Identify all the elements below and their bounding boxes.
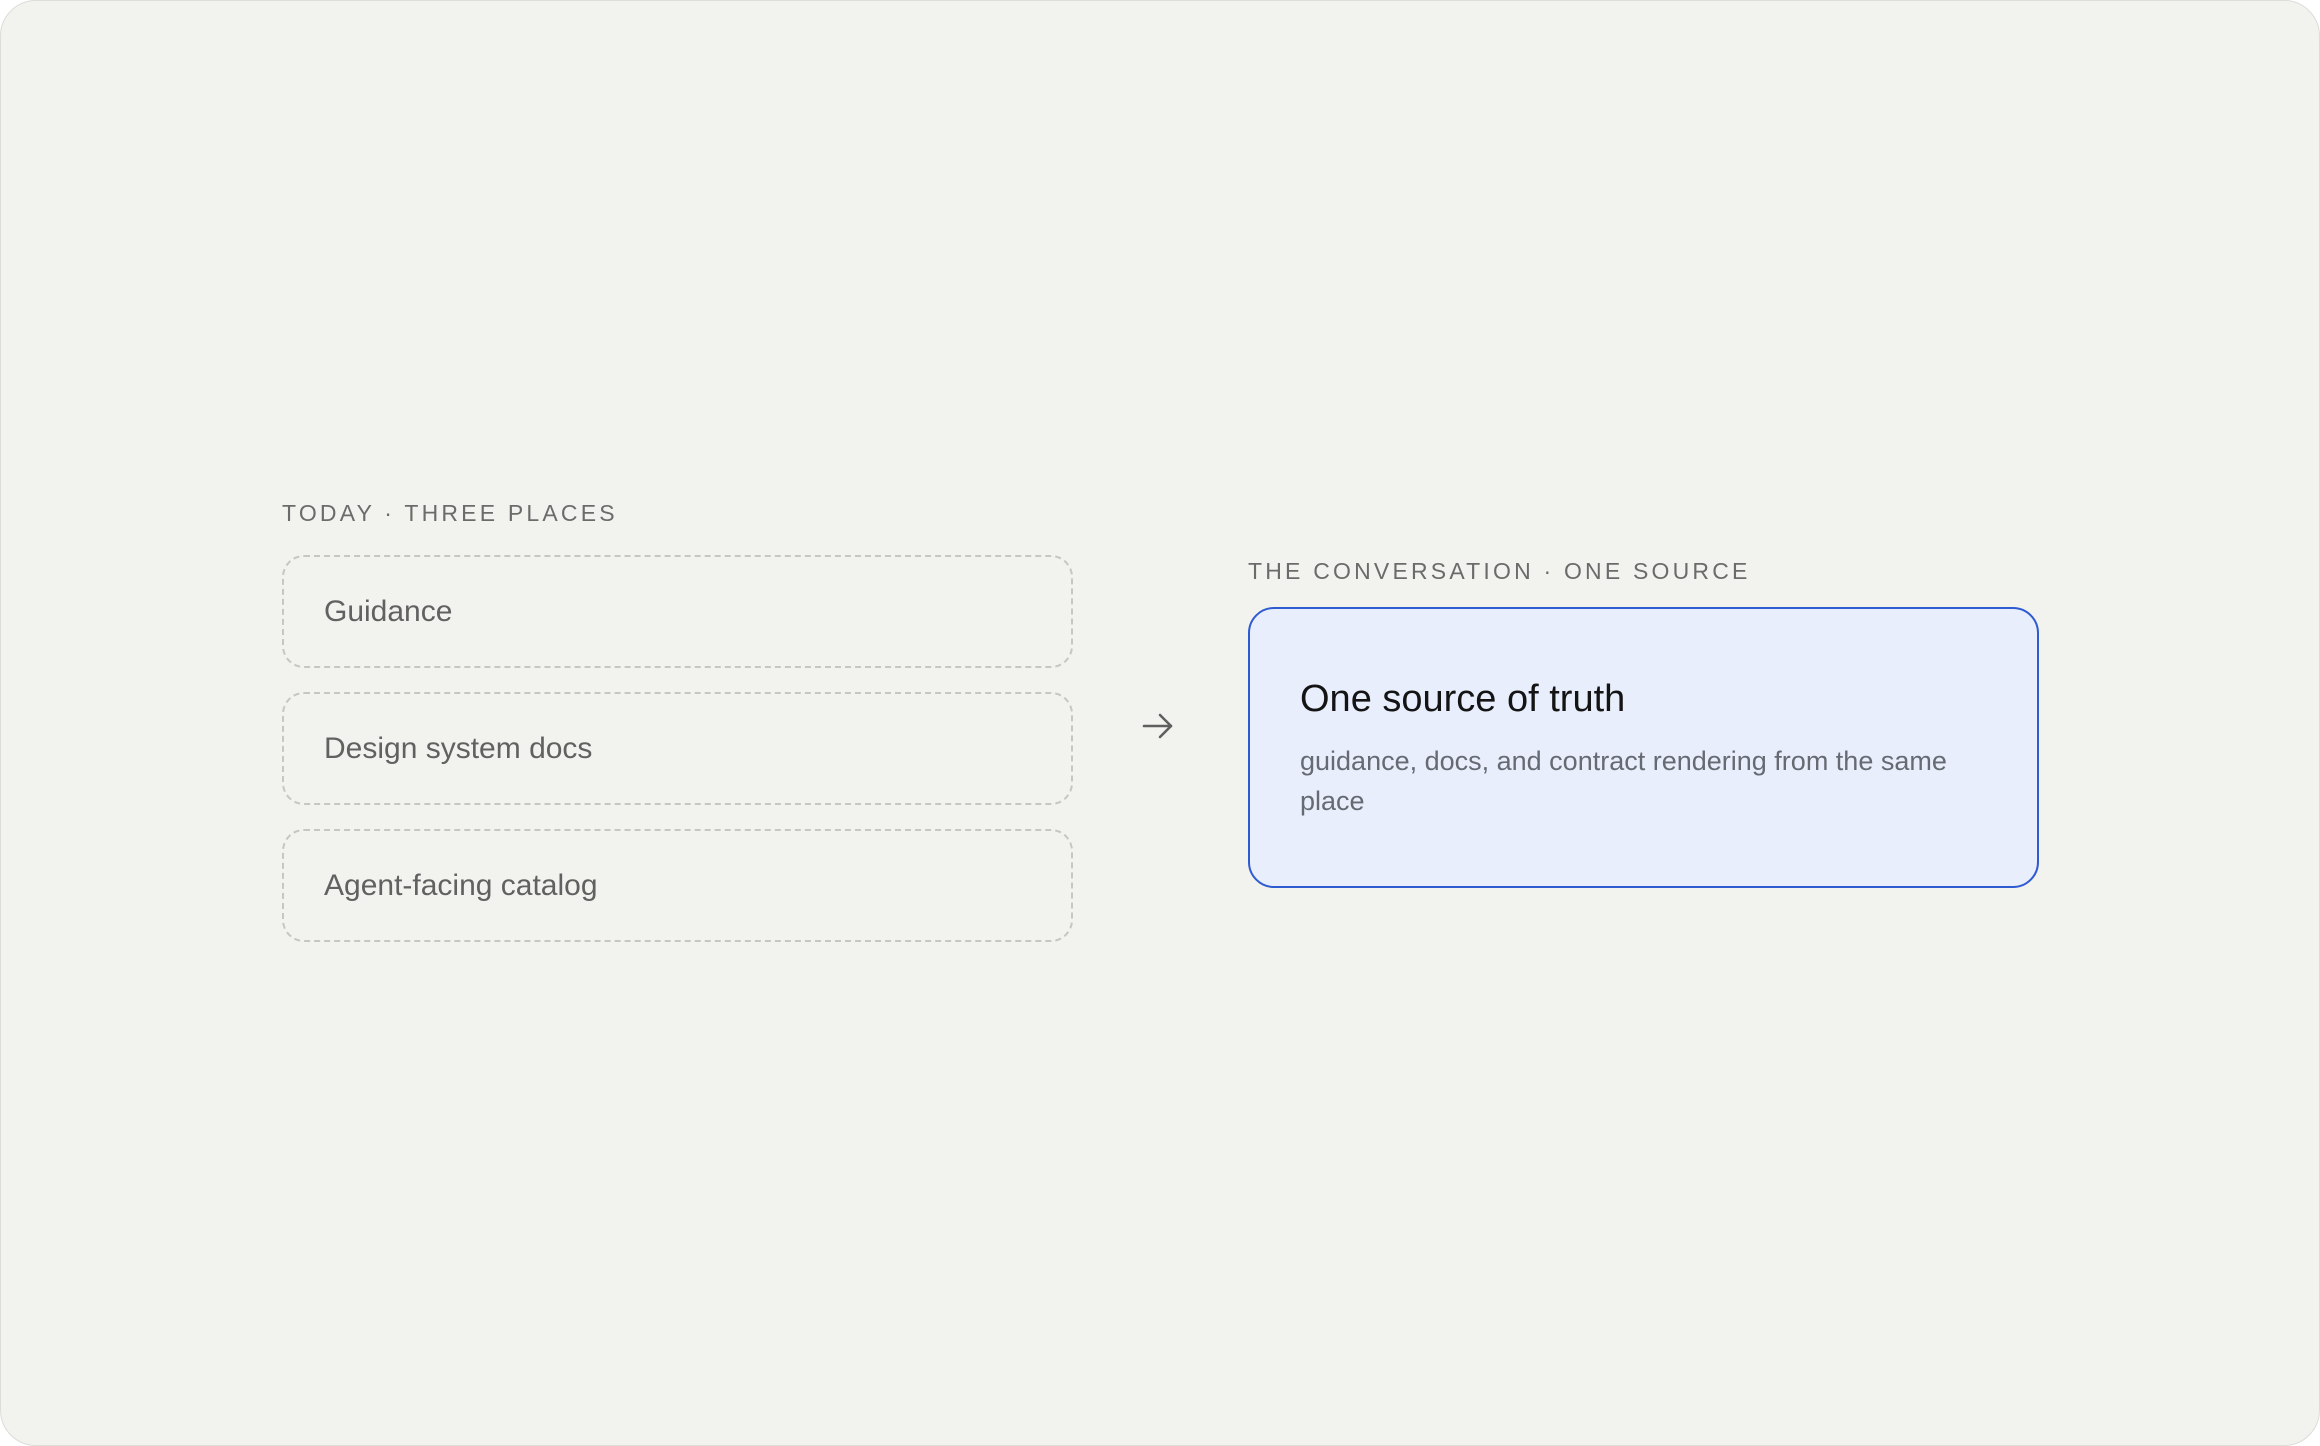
today-column: TODAY · THREE PLACES Guidance Design sys… bbox=[282, 497, 1073, 942]
card-description: guidance, docs, and contract rendering f… bbox=[1300, 746, 1947, 816]
conversation-eyebrow: THE CONVERSATION · ONE SOURCE bbox=[1248, 558, 1751, 584]
place-box-guidance: Guidance bbox=[282, 555, 1073, 668]
place-label: Agent-facing catalog bbox=[324, 868, 598, 902]
today-eyebrow: TODAY · THREE PLACES bbox=[282, 500, 618, 526]
card-title: One source of truth bbox=[1300, 678, 1626, 720]
diagram-canvas: TODAY · THREE PLACES Guidance Design sys… bbox=[0, 0, 2320, 1446]
place-box-design-system-docs: Design system docs bbox=[282, 692, 1073, 805]
arrow-right-icon bbox=[1138, 706, 1178, 746]
place-box-agent-facing-catalog: Agent-facing catalog bbox=[282, 829, 1073, 942]
place-label: Design system docs bbox=[324, 731, 593, 765]
place-label: Guidance bbox=[324, 594, 453, 628]
source-of-truth-card: One source of truth guidance, docs, and … bbox=[1248, 607, 2039, 888]
conversation-column: THE CONVERSATION · ONE SOURCE One source… bbox=[1248, 555, 2039, 888]
